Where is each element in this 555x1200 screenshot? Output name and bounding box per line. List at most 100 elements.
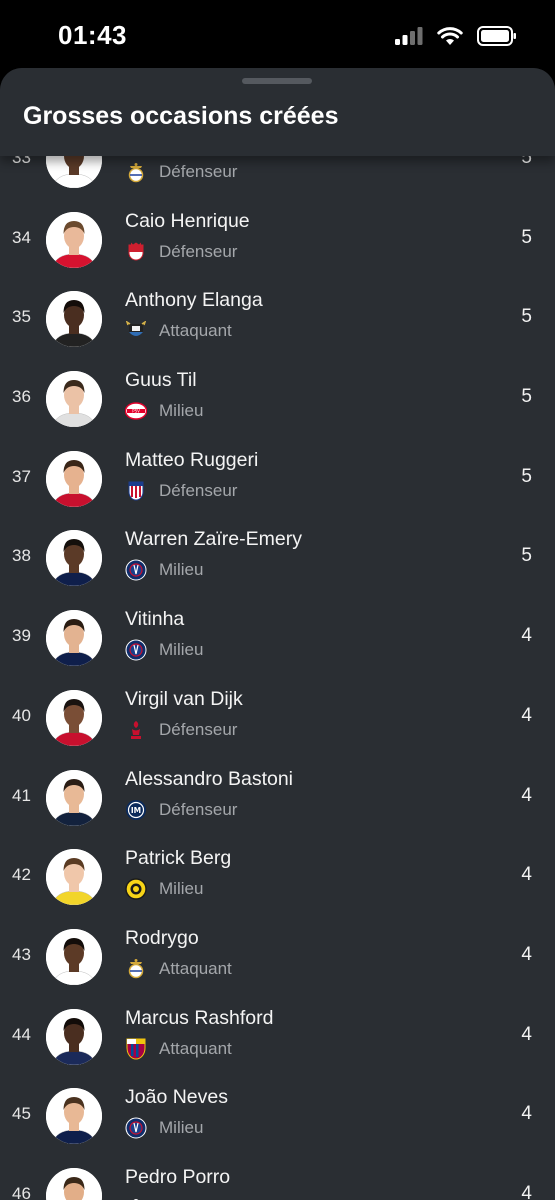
player-avatar bbox=[46, 450, 102, 507]
player-meta: PSV Milieu bbox=[125, 400, 203, 422]
player-row[interactable]: 39 Vitinha Milieu 4 bbox=[0, 598, 555, 678]
sheet-title: Grosses occasions créées bbox=[23, 102, 339, 130]
rank-number: 40 bbox=[12, 705, 31, 725]
rank-number: 42 bbox=[12, 865, 31, 885]
stat-value: 4 bbox=[521, 1103, 532, 1125]
player-row[interactable]: 42 Patrick Berg Milieu 4 bbox=[0, 837, 555, 917]
stat-value: 4 bbox=[521, 625, 532, 647]
player-position: Milieu bbox=[159, 879, 204, 899]
player-row[interactable]: 37 Matteo Ruggeri Défenseur 5 bbox=[0, 439, 555, 519]
player-row[interactable]: 43 Rodrygo Attaquant 4 bbox=[0, 917, 555, 997]
player-meta: Attaquant bbox=[125, 320, 232, 342]
player-row[interactable]: 35 Anthony Elanga Attaquant 5 bbox=[0, 279, 555, 359]
sheet-header: Grosses occasions créées bbox=[0, 68, 555, 156]
player-avatar bbox=[46, 371, 102, 428]
player-position: Attaquant bbox=[159, 1038, 232, 1058]
player-name: Marcus Rashford bbox=[125, 1006, 274, 1029]
player-meta: Milieu bbox=[125, 639, 203, 661]
player-name: Alessandro Bastoni bbox=[125, 767, 294, 790]
svg-text:PSV: PSV bbox=[132, 408, 140, 413]
player-row[interactable]: 38 Warren Zaïre-Emery Milieu 5 bbox=[0, 518, 555, 598]
player-avatar bbox=[46, 849, 102, 906]
status-time: 01:43 bbox=[58, 20, 127, 50]
psg-crest-icon bbox=[125, 639, 147, 661]
rank-number: 43 bbox=[12, 944, 31, 964]
stat-value: 5 bbox=[521, 226, 532, 248]
player-avatar bbox=[46, 928, 102, 985]
status-bar: 01:43 bbox=[0, 0, 555, 68]
status-icons bbox=[395, 26, 517, 46]
player-name: João Neves bbox=[125, 1086, 228, 1109]
player-avatar bbox=[46, 1008, 102, 1065]
player-meta: Milieu bbox=[125, 1117, 203, 1139]
player-row[interactable]: 36 Guus Til PSV Milieu 5 bbox=[0, 359, 555, 439]
player-meta: Milieu bbox=[125, 559, 203, 581]
ranking-list[interactable]: 33Trent Alexander-ArnoldDéfenseur534Caio… bbox=[0, 120, 555, 1200]
stat-value: 4 bbox=[521, 1023, 532, 1045]
stat-value: 4 bbox=[521, 1182, 532, 1200]
stat-value: 4 bbox=[521, 864, 532, 886]
player-row[interactable]: 41 Alessandro Bastoni IM Défenseur 4 bbox=[0, 758, 555, 838]
bottom-sheet: Grosses occasions créées 33Trent Alexand… bbox=[0, 68, 555, 1200]
player-name: Pedro Porro bbox=[125, 1165, 231, 1188]
player-name: Anthony Elanga bbox=[125, 289, 263, 312]
rank-number: 36 bbox=[12, 387, 31, 407]
player-name: Guus Til bbox=[125, 369, 197, 392]
psv-crest-icon: PSV bbox=[125, 400, 147, 422]
svg-text:IM: IM bbox=[131, 806, 141, 815]
stat-value: 4 bbox=[521, 943, 532, 965]
player-position: Défenseur bbox=[159, 162, 238, 181]
player-position: Attaquant bbox=[159, 321, 232, 341]
player-position: Attaquant bbox=[159, 958, 232, 978]
liverpool-crest-icon bbox=[125, 719, 147, 741]
battery-icon bbox=[477, 26, 516, 46]
inter-crest-icon: IM bbox=[125, 799, 147, 821]
player-meta: Défenseur bbox=[125, 480, 237, 502]
player-row[interactable]: 46Pedro PorroDéfenseur4 bbox=[0, 1156, 555, 1200]
rank-number: 46 bbox=[12, 1183, 31, 1200]
stat-value: 5 bbox=[521, 306, 532, 328]
player-position: Défenseur bbox=[159, 241, 238, 261]
newcastle-crest-icon bbox=[125, 320, 147, 342]
player-row[interactable]: 44 Marcus Rashford Attaquant 4 bbox=[0, 997, 555, 1077]
sheet-grabber[interactable] bbox=[242, 78, 312, 84]
player-position: Milieu bbox=[159, 1118, 204, 1138]
player-name: Matteo Ruggeri bbox=[125, 448, 259, 471]
player-avatar bbox=[46, 291, 102, 348]
player-avatar bbox=[46, 610, 102, 667]
rank-number: 41 bbox=[12, 785, 31, 805]
player-row[interactable]: 45 João Neves Milieu 4 bbox=[0, 1076, 555, 1156]
real-madrid-crest-icon bbox=[125, 958, 147, 980]
psg-crest-icon bbox=[125, 559, 147, 581]
player-position: Milieu bbox=[159, 560, 204, 580]
bodo-glimt-crest-icon bbox=[125, 878, 147, 900]
player-name: Virgil van Dijk bbox=[125, 687, 243, 710]
player-meta: Défenseur bbox=[125, 161, 237, 183]
player-meta: Défenseur bbox=[125, 241, 237, 263]
player-name: Warren Zaïre-Emery bbox=[125, 528, 302, 551]
player-name: Caio Henrique bbox=[125, 209, 250, 232]
rank-number: 39 bbox=[12, 626, 31, 646]
stat-value: 4 bbox=[521, 704, 532, 726]
monaco-crest-icon bbox=[125, 241, 147, 263]
player-avatar bbox=[46, 530, 102, 587]
player-avatar bbox=[46, 1088, 102, 1145]
rank-number: 35 bbox=[12, 307, 31, 327]
real-madrid-crest-icon bbox=[125, 161, 147, 183]
barcelona-crest-icon bbox=[125, 1038, 147, 1060]
player-position: Défenseur bbox=[159, 480, 238, 500]
stat-value: 5 bbox=[521, 545, 532, 567]
player-position: Milieu bbox=[159, 640, 204, 660]
wifi-icon bbox=[437, 26, 463, 45]
stat-value: 5 bbox=[521, 386, 532, 408]
player-name: Patrick Berg bbox=[125, 847, 232, 870]
psg-crest-icon bbox=[125, 1117, 147, 1139]
rank-number: 45 bbox=[12, 1104, 31, 1124]
rank-number: 37 bbox=[12, 466, 31, 486]
player-meta: Milieu bbox=[125, 878, 203, 900]
player-position: Défenseur bbox=[159, 799, 238, 819]
cellular-signal-icon bbox=[395, 27, 423, 45]
player-row[interactable]: 34 Caio Henrique Défenseur 5 bbox=[0, 200, 555, 280]
player-row[interactable]: 40 Virgil van Dijk Défenseur 4 bbox=[0, 678, 555, 758]
player-name: Vitinha bbox=[125, 608, 185, 631]
